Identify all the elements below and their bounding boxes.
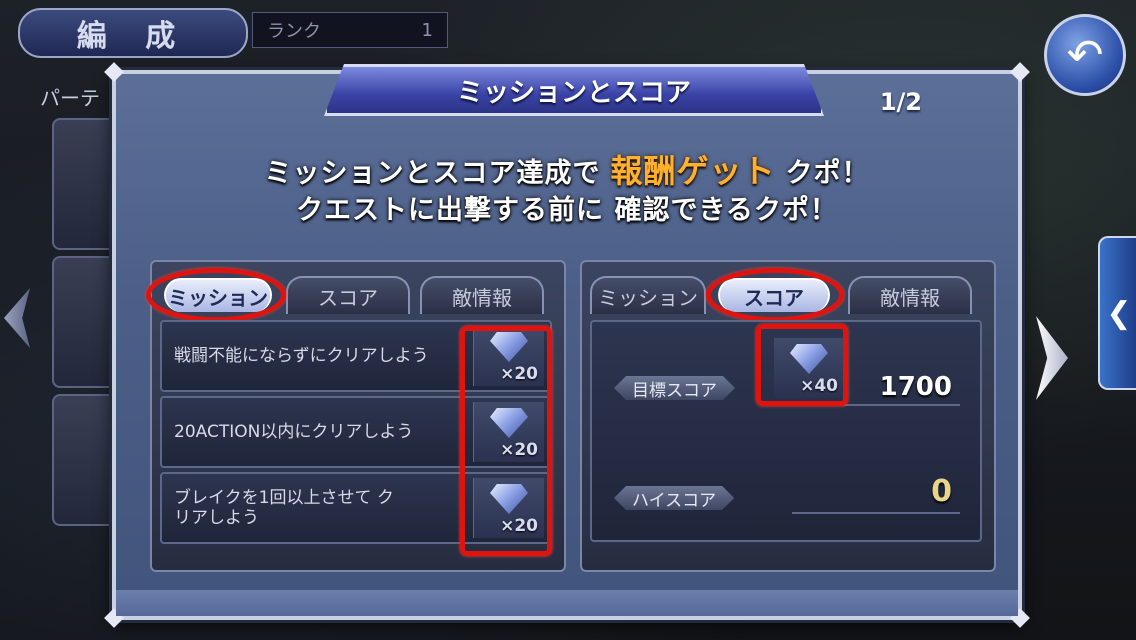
high-score-value: 0	[931, 474, 952, 509]
rank-box: ランク 1	[252, 12, 448, 48]
page-indicator: 1/2	[879, 88, 922, 116]
chevron-left-icon: ❮	[1106, 295, 1132, 331]
tab-mission[interactable]: ミッション	[590, 276, 706, 314]
screen-title: 編 成	[18, 8, 248, 58]
highlight-ring	[706, 268, 844, 322]
score-panel: ミッション スコア 敵情報 目標スコア ×40 1700 ハイスコア 0	[580, 260, 996, 572]
dialog-footer	[116, 590, 1018, 616]
highlight-ring	[146, 268, 286, 322]
back-button[interactable]: ↶	[1044, 14, 1126, 96]
headline-prefix: ミッションとスコア達成で	[264, 158, 601, 189]
highlight-box	[460, 326, 552, 556]
mission-text: 戦闘不能にならずにクリアしよう	[174, 346, 429, 366]
mission-panel: ミッション スコア 敵情報 戦闘不能にならずにクリアしよう ×20 20ACTI…	[146, 260, 566, 572]
undo-arrow-icon: ↶	[1066, 29, 1104, 81]
headline-highlight: 報酬ゲット	[610, 152, 776, 190]
highlight-box	[756, 324, 848, 406]
mission-text: ブレイクを1回以上させて クリアしよう	[174, 488, 394, 528]
mission-text: 20ACTION以内にクリアしよう	[174, 422, 414, 442]
score-divider	[792, 512, 960, 514]
side-panel-tab[interactable]: ❮	[1098, 236, 1136, 390]
rank-value: 1	[421, 19, 433, 41]
headline-line-2: クエストに出撃する前に 確認できるクポ！	[296, 195, 838, 226]
target-score-value: 1700	[879, 372, 952, 402]
party-label: パーテ	[40, 86, 100, 110]
tab-enemy-info[interactable]: 敵情報	[420, 276, 544, 314]
dialog-title: ミッションとスコア	[324, 64, 824, 116]
tab-score[interactable]: スコア	[286, 276, 410, 314]
tab-enemy-info[interactable]: 敵情報	[848, 276, 972, 314]
target-score-label: 目標スコア	[614, 376, 735, 400]
headline-line-1: ミッションとスコア達成で 報酬ゲット クポ！	[116, 146, 1018, 192]
rank-label: ランク	[267, 21, 321, 42]
mission-score-dialog: ミッションとスコア 1/2 ミッションとスコア達成で 報酬ゲット クポ！ クエストに…	[104, 62, 1030, 628]
high-score-label: ハイスコア	[614, 486, 735, 510]
headline-suffix: クポ！	[785, 158, 870, 189]
